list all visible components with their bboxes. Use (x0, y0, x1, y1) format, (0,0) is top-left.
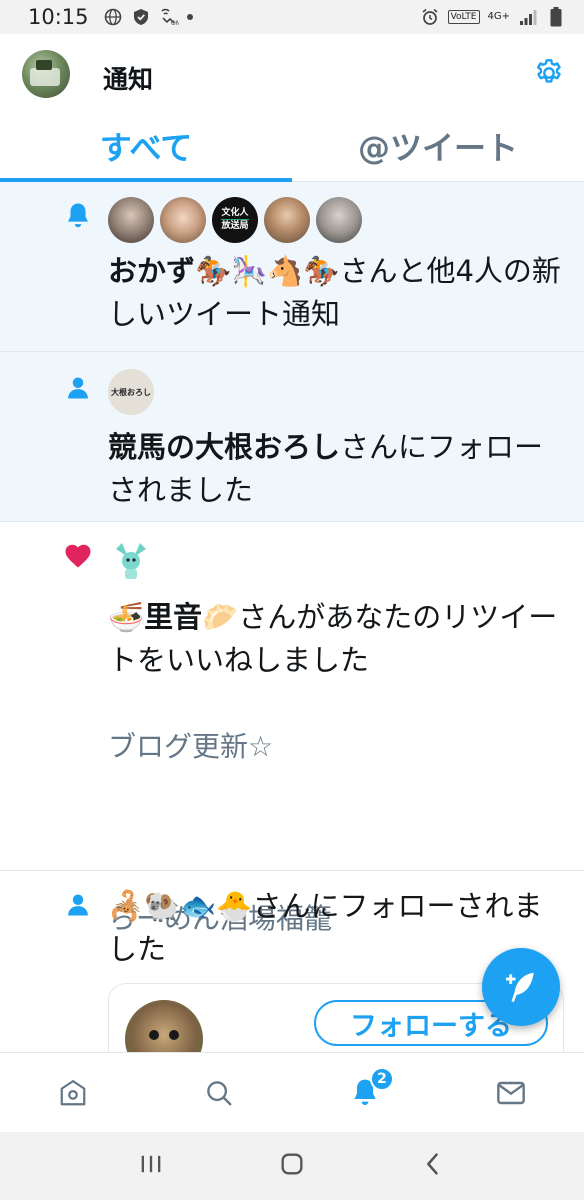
notification-item[interactable]: 大根おろし 競馬の大根おろしさんにフォローされました (0, 352, 584, 522)
search-icon (207, 1080, 232, 1105)
preview-line: ブログ更新☆ (108, 730, 274, 763)
avatar[interactable] (160, 197, 206, 243)
avatar[interactable] (125, 1000, 203, 1052)
nav-notifications[interactable] (292, 1053, 438, 1132)
avatar[interactable]: 大根おろし (108, 369, 154, 415)
alarm-icon (420, 7, 440, 27)
notification-text: おかず🏇🎠🐴🏇さんと他4人の新しいツイート通知 (108, 250, 564, 336)
svg-text:ON: ON (171, 20, 179, 26)
recent-apps-button[interactable] (137, 1150, 165, 1182)
avatar[interactable] (108, 539, 154, 585)
home-icon (60, 1079, 86, 1105)
avatar-group: 大根おろし (108, 368, 564, 416)
user-name[interactable]: 🍜里音🥟 (108, 600, 238, 634)
status-right-icons: VoLTE 4G+ (420, 7, 566, 27)
avatar-group: 文化人 放送局 (108, 196, 564, 244)
bell-icon (62, 200, 94, 232)
notification-dot (186, 14, 193, 20)
nav-messages[interactable] (438, 1053, 584, 1132)
bottom-nav: 2 (0, 1052, 584, 1132)
tab-mentions[interactable]: @ツイート (292, 114, 584, 181)
person-icon (62, 372, 94, 404)
avatar-label: 大根おろし (111, 387, 151, 397)
home-system-button[interactable] (278, 1150, 306, 1182)
status-time: 10:15 (28, 5, 89, 29)
shield-icon (131, 7, 151, 27)
settings-button[interactable] (532, 56, 566, 90)
tab-all[interactable]: すべて (0, 114, 292, 182)
compose-tweet-icon (505, 972, 534, 1003)
avatar-group (108, 538, 564, 586)
notification-text: 🍜里音🥟さんがあなたのリツイートをいいねしました (108, 596, 564, 682)
app-header: 通知 (0, 34, 584, 114)
notification-badge: 2 (370, 1067, 394, 1091)
back-button[interactable] (419, 1150, 447, 1182)
recent-apps-icon (141, 1155, 160, 1173)
notification-text: 競馬の大根おろしさんにフォローされました (108, 426, 564, 512)
person-icon (62, 889, 94, 921)
user-name[interactable]: 🦂🐏🐟🐣 (108, 889, 252, 923)
avatar[interactable] (316, 197, 362, 243)
wifi-calling-icon: ON (159, 7, 179, 27)
user-name[interactable]: 競馬の大根おろし (108, 430, 340, 464)
avatar-label-line1: 文化人 (221, 208, 249, 218)
gear-icon (537, 59, 561, 83)
profile-avatar[interactable] (22, 50, 70, 98)
nav-home[interactable] (0, 1053, 146, 1132)
status-bar: 10:15 ON VoLTE 4G+ (0, 0, 584, 34)
network-type: 4G+ (487, 11, 511, 22)
notification-feed: 文化人 放送局 おかず🏇🎠🐴🏇さんと他4人の新しいツイート通知 大根おろし 競馬… (0, 182, 584, 1052)
home-outline-icon (281, 1153, 303, 1175)
battery-icon (546, 7, 566, 27)
status-left-icons: ON (103, 7, 193, 27)
avatar[interactable] (264, 197, 310, 243)
user-name[interactable]: おかず🏇🎠🐴🏇 (108, 254, 339, 288)
avatar[interactable] (108, 197, 154, 243)
nav-search[interactable] (146, 1053, 292, 1132)
heart-icon (62, 540, 94, 572)
globe-icon (103, 7, 123, 27)
page-title: 通知 (103, 65, 154, 94)
notification-item[interactable]: 文化人 放送局 おかず🏇🎠🐴🏇さんと他4人の新しいツイート通知 (0, 182, 584, 352)
signal-icon (518, 7, 538, 27)
back-icon (427, 1153, 439, 1175)
notification-tabs: すべて @ツイート (0, 114, 584, 182)
volte-label: VoLTE (447, 10, 480, 24)
mail-icon (497, 1081, 525, 1104)
system-nav-bar (0, 1132, 584, 1200)
notification-item[interactable]: 🍜里音🥟さんがあなたのリツイートをいいねしました ブログ更新☆ らーめん酒場福籠… (0, 522, 584, 1013)
compose-tweet-button[interactable] (482, 948, 560, 1026)
avatar[interactable]: 文化人 放送局 (212, 197, 258, 243)
avatar-label-line2: 放送局 (221, 219, 249, 231)
